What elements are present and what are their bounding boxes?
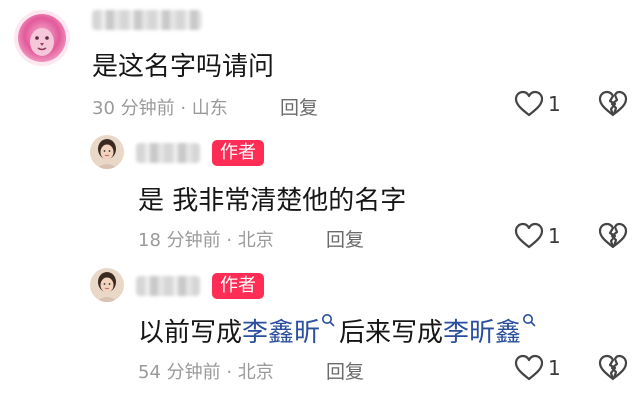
reply-button[interactable]: 回复 bbox=[326, 225, 364, 252]
user-avatar[interactable] bbox=[90, 135, 124, 169]
comment-section: 是这名字吗请问 30 分钟前 · 山东 回复 1 作者 是 我非常清楚他的名字 bbox=[0, 0, 640, 405]
comment-text-middle: 后来写成 bbox=[339, 318, 444, 348]
broken-heart-icon[interactable] bbox=[598, 222, 628, 250]
username-blurred[interactable] bbox=[92, 10, 202, 30]
heart-outline-icon[interactable] bbox=[514, 90, 544, 118]
comment-time-location: 30 分钟前 · 山东 bbox=[92, 98, 228, 119]
search-link-1[interactable]: 李鑫昕 bbox=[242, 318, 320, 348]
broken-heart-icon[interactable] bbox=[598, 90, 628, 118]
search-link-2[interactable]: 李昕鑫 bbox=[443, 318, 521, 348]
lion-avatar[interactable] bbox=[14, 10, 70, 66]
search-icon[interactable] bbox=[321, 313, 335, 327]
broken-heart-icon[interactable] bbox=[598, 354, 628, 382]
comment-text: 以前写成李鑫昕 后来写成李昕鑫 bbox=[138, 312, 540, 349]
heart-outline-icon[interactable] bbox=[514, 222, 544, 250]
username-blurred[interactable] bbox=[136, 143, 200, 163]
author-badge: 作者 bbox=[212, 140, 264, 166]
comment-text: 是这名字吗请问 bbox=[92, 52, 275, 82]
username-blurred[interactable] bbox=[136, 276, 200, 296]
like-count: 1 bbox=[548, 92, 561, 116]
comment-text: 是 我非常清楚他的名字 bbox=[138, 186, 407, 216]
comment-text-prefix: 以前写成 bbox=[138, 318, 243, 348]
comment-time-location: 54 分钟前 · 北京 bbox=[138, 362, 274, 383]
like-count: 1 bbox=[548, 356, 561, 380]
author-badge: 作者 bbox=[212, 273, 264, 299]
comment-time-location: 18 分钟前 · 北京 bbox=[138, 230, 274, 251]
search-icon[interactable] bbox=[522, 313, 536, 327]
heart-outline-icon[interactable] bbox=[514, 354, 544, 382]
like-count: 1 bbox=[548, 224, 561, 248]
reply-button[interactable]: 回复 bbox=[280, 93, 318, 120]
user-avatar[interactable] bbox=[90, 268, 124, 302]
reply-button[interactable]: 回复 bbox=[326, 357, 364, 384]
